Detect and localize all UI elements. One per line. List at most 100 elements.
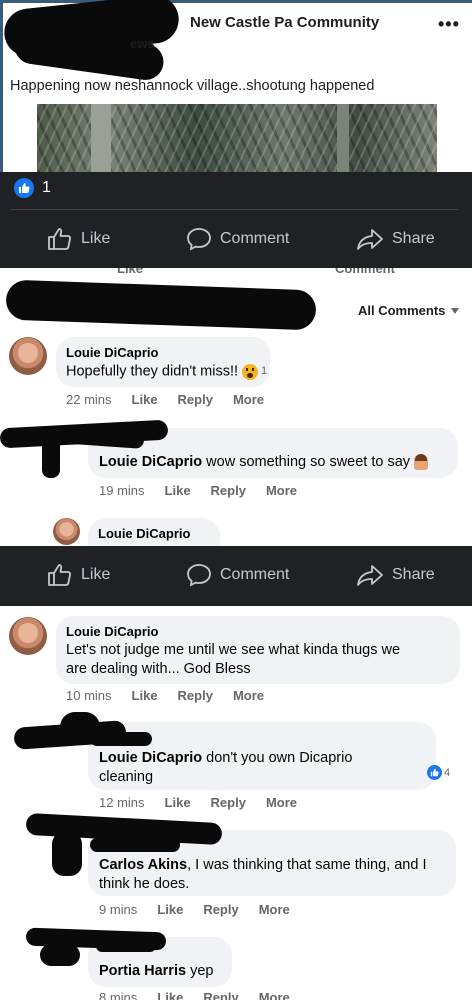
reaction-summary[interactable]: 1 [14,178,51,198]
comment-author[interactable]: Louie DiCaprio [98,526,190,541]
comment-reply-link[interactable]: Reply [178,392,213,407]
more-options-icon[interactable]: ••• [438,14,460,35]
comment-body: Hopefully they didn't miss!! [66,363,239,380]
comment-actions: 9 mins Like Reply More [99,902,290,917]
reply-text: Carlos Akins, I was thinking that same t… [99,856,427,875]
comment-body: think he does. [99,876,190,892]
share-button[interactable]: Share [356,227,435,251]
like-reaction-icon [14,178,34,198]
person-emoji-icon [414,454,429,471]
comment-like-link[interactable]: Like [165,483,191,498]
comment-button[interactable]: Comment [186,563,289,587]
like-label: Like [81,566,111,583]
like-button[interactable]: Like [47,227,110,251]
comment-more-link[interactable]: More [266,795,297,810]
comment-reply-link[interactable]: Reply [203,990,238,1000]
comment-like-link[interactable]: Like [157,990,183,1000]
mention-link[interactable]: Louie DiCaprio [99,454,202,470]
post-subtitle: ews [130,36,155,51]
share-icon [357,229,383,250]
mention-link[interactable]: Louie DiCaprio [99,750,202,766]
comment-filter-label: All Comments [358,303,446,318]
comment-reply-link[interactable]: Reply [211,483,246,498]
comment-time: 19 mins [99,483,145,498]
comment-bubble: Louie DiCaprio Let's not judge me until … [56,616,460,684]
comment-filter-dropdown[interactable]: All Comments [358,303,460,318]
comment-reply-link[interactable]: Reply [203,902,238,917]
share-label: Share [392,566,435,583]
like-button[interactable]: Like [47,563,110,587]
reply-bubble: Louie DiCaprio [88,518,220,548]
comment-more-link[interactable]: More [233,392,264,407]
peek-comment: Comment [335,268,395,276]
comment-time: 9 mins [99,902,138,917]
comment-icon [187,564,211,587]
comment-more-link[interactable]: More [266,483,297,498]
comment-time: 10 mins [66,688,112,703]
comment-body: wow something so sweet to say [202,454,411,470]
divider [10,209,458,210]
like-label: Like [81,230,111,247]
post-photo[interactable] [37,104,437,172]
comment-actions: 8 mins Like Reply More [99,990,290,1000]
redaction-mark [40,944,80,966]
reply-text: Louie DiCaprio wow something so sweet to… [99,453,429,472]
comment-more-link[interactable]: More [233,688,264,703]
peek-like: Like [117,268,144,276]
reply-text: Louie DiCaprio don't you own Dicaprio [99,749,352,768]
comment-like-link[interactable]: Like [132,392,158,407]
comment-reply-link[interactable]: Reply [178,688,213,703]
comment-more-link[interactable]: More [259,990,290,1000]
mention-link[interactable]: Portia Harris [99,963,186,979]
comment-author[interactable]: Louie DiCaprio [66,624,158,639]
comment-bubble: Louie DiCaprio Hopefully they didn't mis… [56,337,270,387]
comment-button[interactable]: Comment [186,227,289,251]
redaction-mark [90,838,180,852]
comment-text: Hopefully they didn't miss!! 1 [66,362,267,381]
comment-actions: 19 mins Like Reply More [99,483,297,498]
share-label: Share [392,230,435,247]
redaction-mark [90,732,152,746]
redaction-mark [96,940,156,952]
share-button[interactable]: Share [356,563,435,587]
comment-more-link[interactable]: More [259,902,290,917]
reply-text: Portia Harris yep [99,962,213,981]
comment-author[interactable]: Louie DiCaprio [66,345,158,360]
comment-reply-link[interactable]: Reply [211,795,246,810]
comment-like-link[interactable]: Like [132,688,158,703]
reaction-count: 4 [444,766,451,779]
share-icon [357,565,383,586]
comment-label: Comment [220,230,290,247]
wow-reaction-icon [242,363,259,380]
avatar[interactable] [53,518,80,545]
comment-body: , I was thinking that same thing, and I [187,857,427,873]
reaction-summary[interactable]: 4 [427,765,450,780]
comment-actions: 22 mins Like Reply More [66,392,264,407]
redaction-mark [5,279,317,331]
comment-label: Comment [220,566,290,583]
avatar[interactable] [9,337,47,375]
post-action-bar [0,172,472,268]
comment-body: are dealing with... God Bless [66,661,251,677]
obscured-action-row: Like Comment [0,268,472,280]
chevron-down-icon [451,307,460,314]
post-text: Happening now neshannock village..shootu… [10,78,375,94]
thumbs-up-icon [48,228,72,250]
reaction-count: 1 [261,365,268,377]
comment-like-link[interactable]: Like [157,902,183,917]
like-reaction-icon [427,765,442,780]
redaction-mark [42,428,60,478]
mention-link[interactable]: Carlos Akins [99,857,187,873]
comment-actions: 12 mins Like Reply More [99,795,297,810]
comment-body: don't you own Dicaprio [202,750,353,766]
thumbs-up-icon [48,564,72,586]
comment-icon [187,228,211,251]
comment-like-link[interactable]: Like [165,795,191,810]
group-name[interactable]: New Castle Pa Community [190,14,379,31]
comment-body: yep [186,963,214,979]
reaction-summary[interactable]: 1 [242,362,267,381]
avatar[interactable] [9,617,47,655]
comment-time: 22 mins [66,392,112,407]
comment-body: cleaning [99,769,154,785]
comment-time: 12 mins [99,795,145,810]
